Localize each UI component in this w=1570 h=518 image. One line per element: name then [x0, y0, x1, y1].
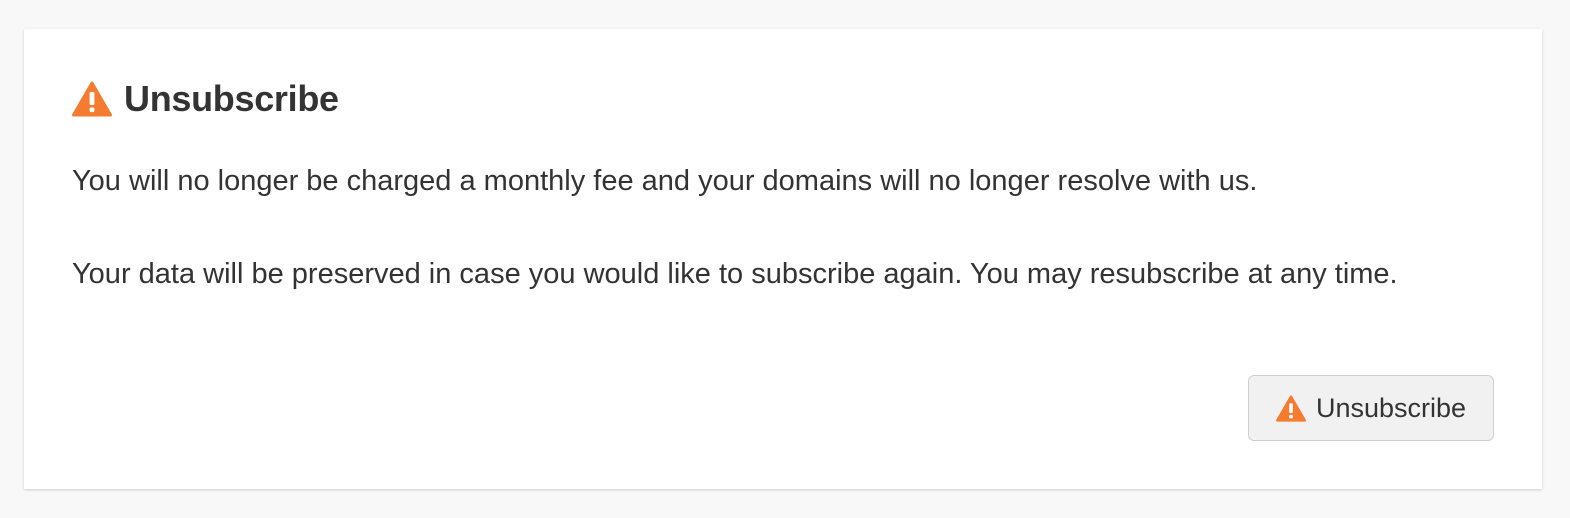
unsubscribe-card: Unsubscribe You will no longer be charge… [24, 29, 1542, 489]
card-title: Unsubscribe [124, 78, 339, 119]
data-preserved-text: Your data will be preserved in case you … [72, 258, 1398, 290]
warning-icon [72, 81, 112, 117]
unsubscribe-button-label: Unsubscribe [1315, 392, 1467, 423]
card-header: Unsubscribe [72, 79, 339, 119]
unsubscribe-button[interactable]: Unsubscribe [1248, 375, 1494, 441]
warning-icon [1275, 394, 1306, 422]
charge-notice-text: You will no longer be charged a monthly … [72, 165, 1258, 197]
